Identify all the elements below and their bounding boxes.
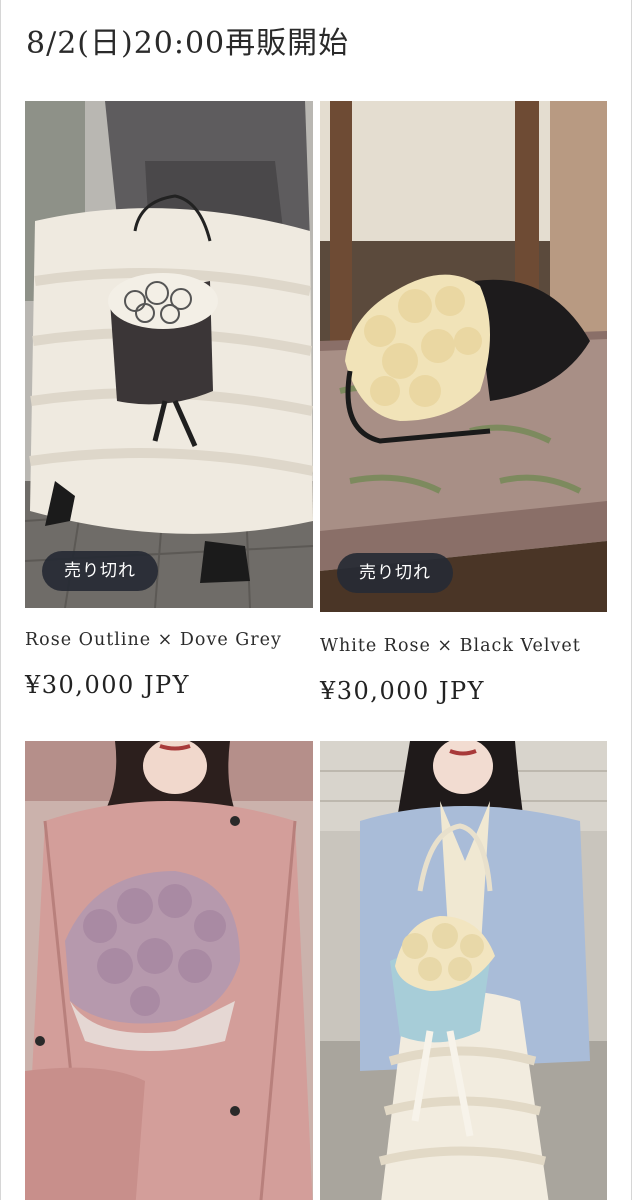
product-card-rose-outline-dove-grey[interactable]: 売り切れ Rose Outline × Dove Grey ¥30,000 JP… (25, 101, 313, 699)
product-image[interactable] (25, 741, 313, 1200)
product-card-3[interactable] (25, 741, 313, 1200)
product-image[interactable] (320, 741, 607, 1200)
product-image[interactable]: 売り切れ (320, 101, 607, 612)
product-card-white-rose-black-velvet[interactable]: 売り切れ White Rose × Black Velvet ¥30,000 J… (320, 101, 607, 705)
product-photo-rose-outline-bag (25, 101, 313, 608)
product-image[interactable]: 売り切れ (25, 101, 313, 608)
product-name[interactable]: White Rose × Black Velvet (320, 636, 607, 656)
product-price: ¥30,000 JPY (25, 671, 190, 699)
product-card-4[interactable] (320, 741, 607, 1200)
product-photo-blue-rose-bag (320, 741, 607, 1200)
product-photo-white-rose-bag (320, 101, 607, 612)
product-price: ¥30,000 JPY (320, 677, 485, 705)
soldout-badge: 売り切れ (42, 551, 158, 591)
product-name[interactable]: Rose Outline × Dove Grey (25, 630, 313, 650)
product-photo-pink-rose-bag (25, 741, 313, 1200)
soldout-badge: 売り切れ (337, 553, 453, 593)
page-title: 8/2(日)20:00再販開始 (26, 26, 350, 61)
